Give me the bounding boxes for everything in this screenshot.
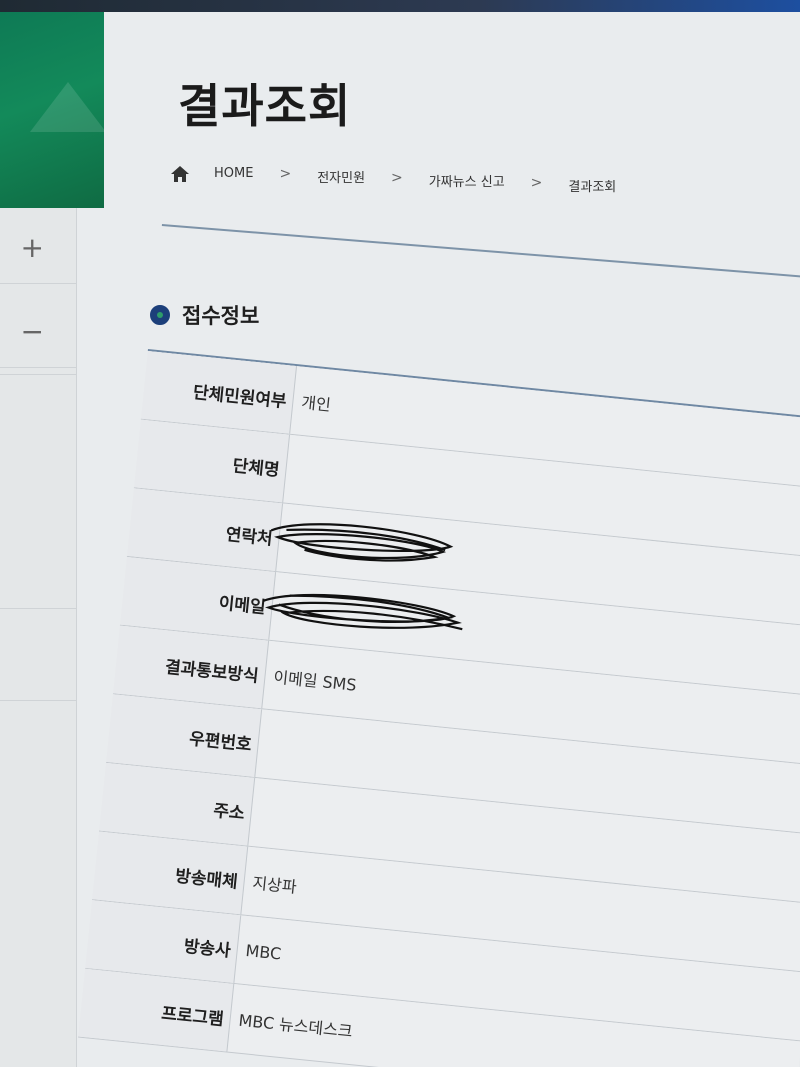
section-title: 접수정보 [182, 304, 260, 328]
title-divider [161, 224, 800, 279]
sidebar-divider [0, 374, 76, 375]
receipt-info-table: 단체민원여부 개인 단체명 연락처 이메일 결과통보방식 이메일 SMS 우편번… [78, 349, 800, 1067]
breadcrumb-item-fake-news[interactable]: 가짜뉴스 신고 [429, 171, 505, 190]
sidebar-expand-button[interactable]: + [0, 212, 76, 284]
breadcrumb: HOME > 전자민원 > 가짜뉴스 신고 > 결과조회 [170, 152, 642, 195]
breadcrumb-separator-icon: > [279, 165, 292, 182]
sidebar-divider [0, 608, 76, 609]
section-header: 접수정보 [150, 300, 259, 330]
page-title: 결과조회 [178, 79, 352, 133]
section-bullet-icon [150, 305, 170, 325]
left-sidebar: + − [0, 12, 106, 1067]
plus-icon: + [20, 231, 44, 264]
redaction-scribble-icon [270, 523, 454, 562]
home-icon[interactable] [170, 165, 190, 183]
sidebar-banner [0, 12, 106, 208]
breadcrumb-item-current: 결과조회 [568, 180, 617, 195]
breadcrumb-separator-icon: > [391, 169, 403, 186]
banner-shape-icon [30, 82, 106, 132]
sidebar-divider [0, 700, 76, 701]
redaction-scribble-icon [262, 593, 463, 631]
row-label: 프로그램 [78, 968, 235, 1052]
minus-icon: − [20, 315, 44, 348]
breadcrumb-item-civil[interactable]: 전자민원 [317, 167, 365, 186]
browser-viewport: + − 결과조회 HOME > 전자민원 > 가짜뉴스 신고 > 결과조회 접수… [0, 12, 800, 1067]
breadcrumb-separator-icon: > [530, 174, 543, 191]
sidebar-collapse-button[interactable]: − [0, 296, 76, 368]
breadcrumb-home-link[interactable]: HOME [214, 166, 253, 181]
